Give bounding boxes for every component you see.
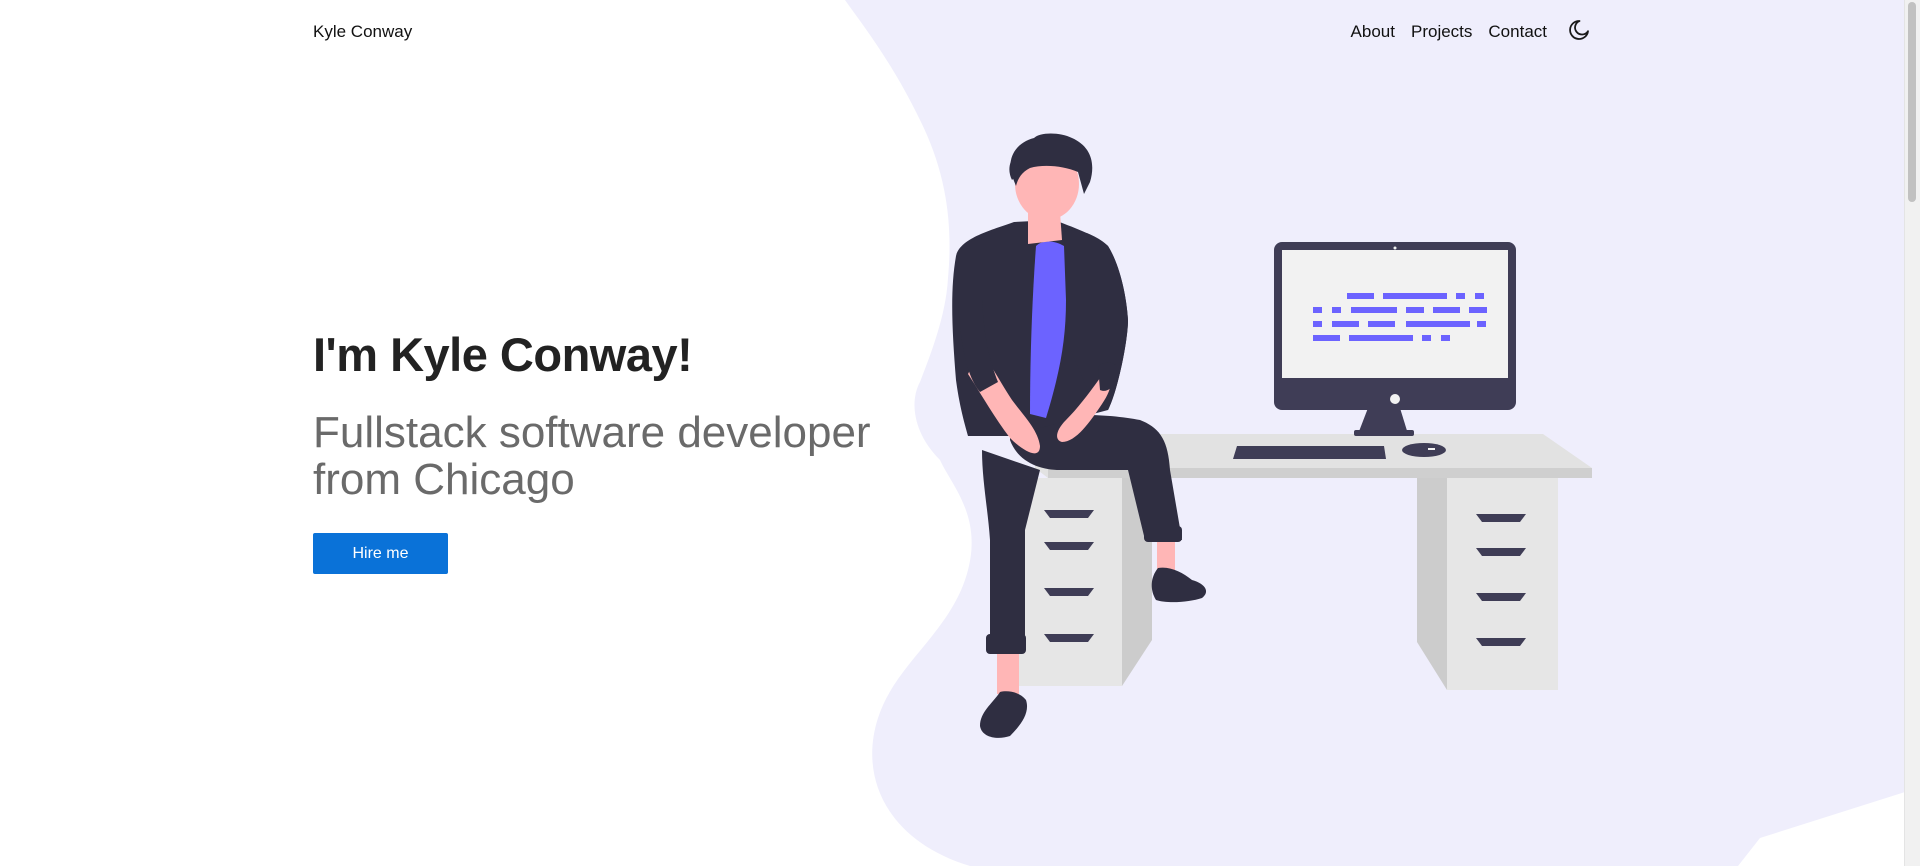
left-drawer-unit [1015,478,1122,686]
hero-title: I'm Kyle Conway! [313,328,693,381]
nav-link-contact[interactable]: Contact [1488,22,1547,42]
nav-link-projects[interactable]: Projects [1411,22,1472,42]
hero-section: I'm Kyle Conway! Fullstack software deve… [313,325,893,574]
nav-link-about[interactable]: About [1351,22,1395,42]
moon-icon [1569,20,1589,40]
hire-me-button[interactable]: Hire me [313,533,448,574]
theme-toggle-button[interactable] [1567,18,1591,42]
navbar: Kyle Conway About Projects Contact [313,0,1591,64]
developer-at-desk-illustration [952,133,1592,738]
mouse [1402,443,1446,457]
right-drawer-unit [1447,478,1558,690]
page-viewport: Kyle Conway About Projects Contact I'm K… [0,0,1920,866]
page-scrollbar[interactable] [1904,0,1920,866]
scrollbar-thumb[interactable] [1908,2,1916,202]
brand-link[interactable]: Kyle Conway [313,22,412,42]
hero-subtitle: Fullstack software developer from Chicag… [313,408,871,504]
right-drawer-side [1417,478,1447,690]
keyboard [1233,446,1386,459]
mouse-highlight [1428,448,1435,450]
nav-links: About Projects Contact [1351,22,1547,42]
